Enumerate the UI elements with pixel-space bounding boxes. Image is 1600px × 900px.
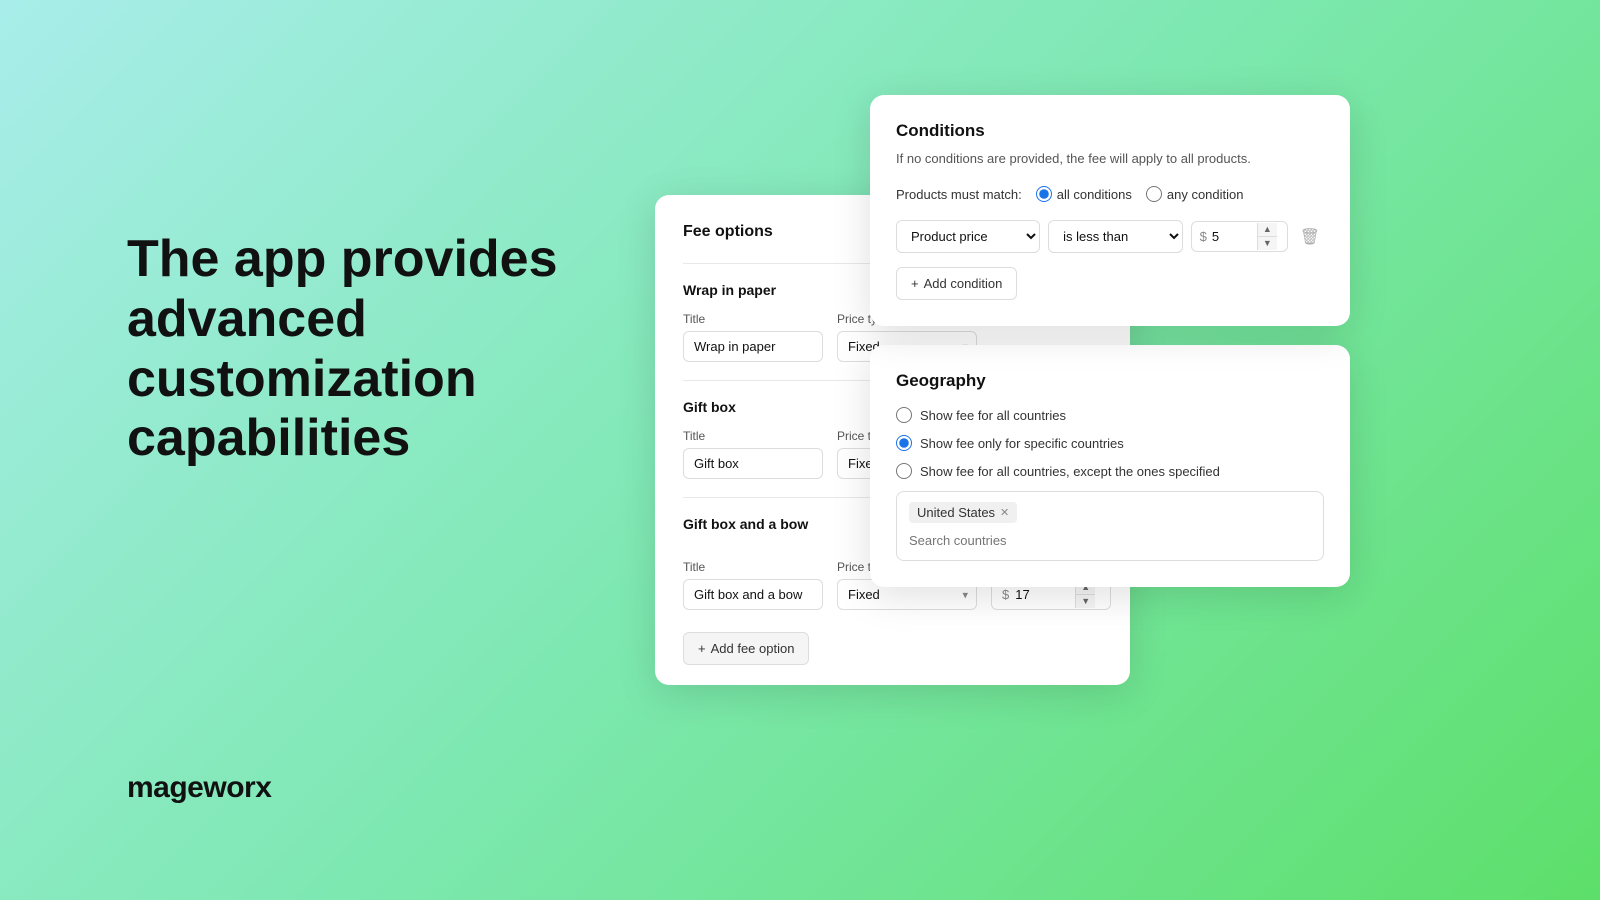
gift-box-bow-title: Gift box and a bow	[683, 516, 808, 532]
condition-value-input[interactable]	[1212, 222, 1257, 251]
wrap-title-input[interactable]	[683, 331, 823, 362]
conditions-description: If no conditions are provided, the fee w…	[896, 151, 1324, 166]
country-search-box: United States ✕	[896, 491, 1324, 561]
add-fee-option-button[interactable]: + Add fee option	[683, 632, 809, 665]
geo-all-label: Show fee for all countries	[920, 408, 1066, 423]
bow-title-input[interactable]	[683, 579, 823, 610]
brand-logo: mageworx	[127, 771, 271, 805]
condition-spinners: ▲ ▼	[1257, 223, 1277, 250]
condition-value-up[interactable]: ▲	[1258, 223, 1277, 237]
condition-delete-button[interactable]: 🗑	[1296, 223, 1324, 251]
match-row: Products must match: all conditions any …	[896, 186, 1324, 202]
geo-specific-label: Show fee only for specific countries	[920, 436, 1124, 451]
giftbox-title-label: Title	[683, 429, 823, 443]
condition-row: Product price Product weight Product qua…	[896, 220, 1324, 253]
add-condition-label: Add condition	[924, 276, 1003, 291]
geo-all-countries-option[interactable]: Show fee for all countries	[896, 407, 1324, 423]
hero-section: The app provides advanced customization …	[127, 230, 607, 469]
geo-specific-countries-option[interactable]: Show fee only for specific countries	[896, 435, 1324, 451]
match-any-option[interactable]: any condition	[1146, 186, 1244, 202]
country-search-input[interactable]	[909, 533, 1311, 548]
match-any-label: any condition	[1167, 187, 1244, 202]
condition-value-down[interactable]: ▼	[1258, 237, 1277, 250]
country-tags-row: United States ✕	[909, 502, 1311, 529]
add-condition-button[interactable]: + Add condition	[896, 267, 1017, 300]
country-tag-us-name: United States	[917, 505, 995, 520]
geo-all-radio[interactable]	[896, 407, 912, 423]
country-tag-us-remove[interactable]: ✕	[1000, 506, 1009, 519]
geo-except-label: Show fee for all countries, except the o…	[920, 464, 1220, 479]
match-label: Products must match:	[896, 187, 1022, 202]
giftbox-title-input[interactable]	[683, 448, 823, 479]
geo-specific-radio[interactable]	[896, 435, 912, 451]
giftbox-title-field: Title	[683, 429, 823, 479]
conditions-title: Conditions	[896, 121, 1324, 141]
condition-operator-select[interactable]: is less than is greater than is equal to	[1048, 220, 1182, 253]
match-all-option[interactable]: all conditions	[1036, 186, 1132, 202]
condition-field-select[interactable]: Product price Product weight Product qua…	[896, 220, 1040, 253]
condition-value-wrap: $ ▲ ▼	[1191, 221, 1288, 252]
geo-except-radio[interactable]	[896, 463, 912, 479]
geo-except-countries-option[interactable]: Show fee for all countries, except the o…	[896, 463, 1324, 479]
bow-value-down[interactable]: ▼	[1076, 595, 1095, 608]
geography-panel: Geography Show fee for all countries Sho…	[870, 345, 1350, 587]
currency-symbol: $	[992, 587, 1015, 602]
plus-icon: +	[911, 276, 919, 291]
hero-text: The app provides advanced customization …	[127, 230, 607, 469]
bow-title-label: Title	[683, 560, 823, 574]
bow-title-field: Title	[683, 560, 823, 610]
geography-title: Geography	[896, 371, 1324, 391]
condition-currency-symbol: $	[1192, 229, 1212, 244]
match-any-radio[interactable]	[1146, 186, 1162, 202]
match-all-radio[interactable]	[1036, 186, 1052, 202]
wrap-title-field: Title	[683, 312, 823, 362]
plus-icon: +	[698, 641, 706, 656]
match-all-label: all conditions	[1057, 187, 1132, 202]
wrap-title-label: Title	[683, 312, 823, 326]
conditions-panel: Conditions If no conditions are provided…	[870, 95, 1350, 326]
country-tag-us: United States ✕	[909, 502, 1017, 523]
add-fee-label: Add fee option	[711, 641, 795, 656]
